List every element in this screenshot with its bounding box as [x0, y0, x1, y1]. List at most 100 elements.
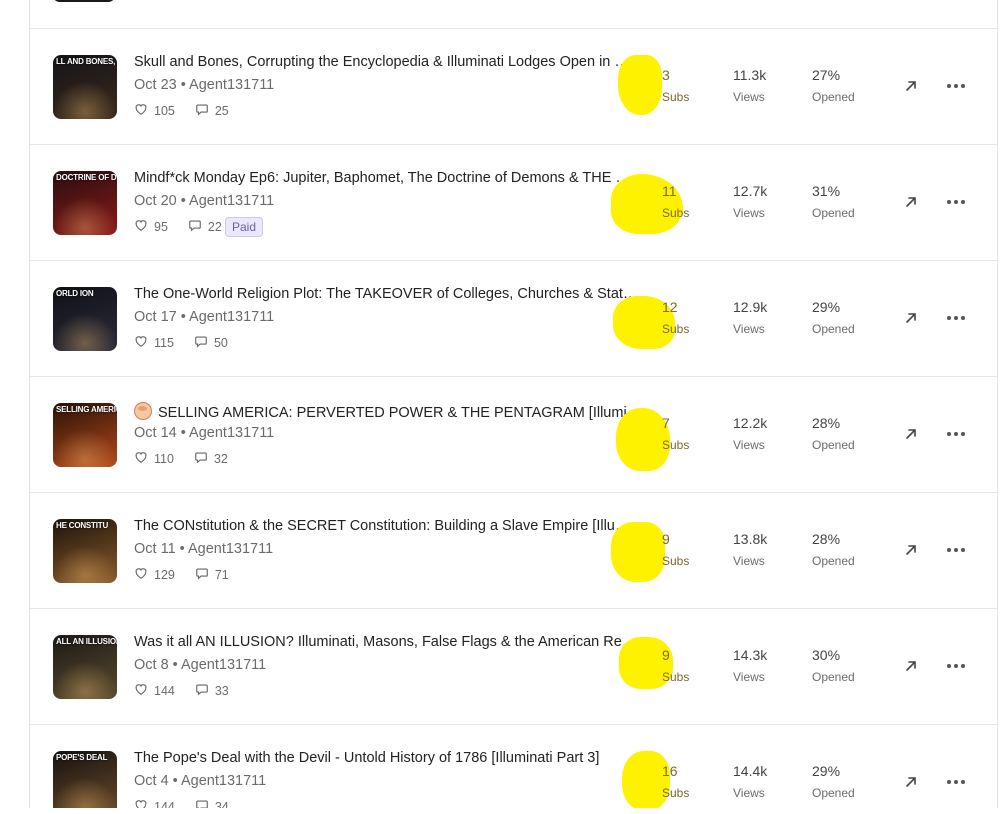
post-meta: Oct 20 • Agent131711	[134, 193, 275, 209]
views-count: 12.9k	[733, 299, 768, 315]
thumbnail-caption: ALL AN ILLUSION	[56, 637, 117, 646]
more-horizontal-icon[interactable]	[943, 655, 969, 677]
more-horizontal-icon[interactable]	[943, 75, 969, 97]
more-horizontal-icon[interactable]	[943, 423, 969, 445]
post-thumbnail[interactable]: LL AND BONES, ILLUMINANI LODGES	[53, 55, 117, 119]
subs-label: Subs	[662, 670, 690, 684]
likes-count: 105	[154, 103, 175, 118]
views-count: 14.3k	[733, 647, 768, 663]
opened-label: Opened	[812, 206, 855, 220]
subs-count: 7	[662, 415, 670, 431]
views-count: 13.8k	[733, 531, 768, 547]
arrow-up-right-icon[interactable]	[900, 307, 922, 329]
arrow-up-right-icon[interactable]	[900, 191, 922, 213]
post-engagement: 110 32	[134, 450, 228, 467]
post-meta: Oct 4 • Agent131711	[134, 773, 267, 789]
likes-count: 115	[154, 335, 174, 350]
post-title[interactable]: Skull and Bones, Corrupting the Encyclop…	[134, 54, 642, 70]
subs-count: 9	[662, 531, 670, 547]
thumbnail-caption: POPE'S DEAL	[56, 753, 108, 762]
comments-count: 34	[214, 799, 229, 809]
comments-count: 22	[207, 219, 222, 234]
post-engagement: 115 50	[134, 334, 228, 351]
post-title-text[interactable]: Skull and Bones, Corrupting the Encyclop…	[134, 54, 629, 70]
comments-count: 33	[214, 683, 229, 698]
opened-label: Opened	[812, 554, 855, 568]
post-title[interactable]: Was it all AN ILLUSION? Illuminati, Maso…	[134, 634, 642, 650]
comment-icon	[194, 450, 210, 467]
post-title-text[interactable]: SELLING AMERICA: PERVERTED POWER & THE P…	[158, 405, 642, 421]
opened-label: Opened	[812, 322, 855, 336]
thumbnail-scene	[53, 80, 117, 119]
post-meta: Oct 11 • Agent131711	[134, 541, 274, 557]
heart-icon	[134, 334, 150, 351]
post-title[interactable]: The CONstitution & the SECRET Constituti…	[134, 518, 642, 534]
post-title-text[interactable]: Was it all AN ILLUSION? Illuminati, Maso…	[134, 634, 636, 650]
opened-rate: 30%	[812, 647, 841, 663]
opened-label: Opened	[812, 670, 855, 684]
post-thumbnail[interactable]: DOCTRINE OF DEMONS RISE	[53, 171, 117, 235]
post-title-text[interactable]: Mindf*ck Monday Ep6: Jupiter, Baphomet, …	[134, 170, 630, 186]
thumbnail-scene	[53, 312, 117, 351]
post-thumbnail[interactable]: ALL AN ILLUSION	[53, 635, 117, 699]
post-title-text[interactable]: The One-World Religion Plot: The TAKEOVE…	[134, 286, 637, 302]
post-title[interactable]: Mindf*ck Monday Ep6: Jupiter, Baphomet, …	[134, 170, 642, 186]
post-row[interactable]: DOCTRINE OF DEMONS RISE Mindf*ck Monday …	[30, 145, 997, 261]
heart-icon	[134, 566, 150, 583]
comment-icon	[195, 798, 211, 808]
likes-count: 144	[154, 683, 175, 698]
thumbnail-scene	[53, 660, 117, 699]
posts-list: LL AND BONES, ILLUMINANI LODGES Skull an…	[29, 0, 998, 808]
post-title-text[interactable]: The CONstitution & the SECRET Constituti…	[134, 518, 629, 534]
more-horizontal-icon[interactable]	[943, 771, 969, 793]
more-horizontal-icon[interactable]	[943, 191, 969, 213]
arrow-up-right-icon[interactable]	[900, 655, 922, 677]
arrow-up-right-icon[interactable]	[900, 771, 922, 793]
post-title[interactable]: The One-World Religion Plot: The TAKEOVE…	[134, 286, 642, 302]
post-row[interactable]: SELLING AMERICA PENTA SELLING AMERICA: P…	[30, 377, 997, 493]
comment-icon	[195, 682, 211, 699]
post-title-text[interactable]: The Pope's Deal with the Devil - Untold …	[134, 750, 599, 766]
post-title[interactable]: The Pope's Deal with the Devil - Untold …	[134, 750, 642, 766]
thumbnail-scene	[53, 544, 117, 583]
more-horizontal-icon[interactable]	[943, 307, 969, 329]
subs-label: Subs	[662, 322, 690, 336]
post-row[interactable]: LL AND BONES, ILLUMINANI LODGES Skull an…	[30, 29, 997, 145]
thumbnail-scene	[53, 776, 117, 808]
opened-rate: 28%	[812, 415, 841, 431]
comment-icon	[188, 218, 204, 235]
comment-icon	[195, 566, 211, 583]
post-row[interactable]: ALL AN ILLUSION Was it all AN ILLUSION? …	[30, 609, 997, 725]
post-engagement: 129 71	[134, 566, 229, 583]
subs-count: 16	[662, 763, 678, 779]
views-count: 12.2k	[733, 415, 768, 431]
comment-icon	[194, 334, 210, 351]
post-row[interactable]: ORLD ION The One-World Religion Plot: Th…	[30, 261, 997, 377]
post-thumbnail[interactable]: SELLING AMERICA PENTA	[53, 403, 117, 467]
previous-post-row-partial	[30, 0, 997, 29]
post-row[interactable]: HE CONSTITU The CONstitution & the SECRE…	[30, 493, 997, 609]
post-thumbnail[interactable]: ORLD ION	[53, 287, 117, 351]
arrow-up-right-icon[interactable]	[900, 423, 922, 445]
heart-icon	[134, 798, 150, 808]
arrow-up-right-icon[interactable]	[900, 75, 922, 97]
more-horizontal-icon[interactable]	[943, 539, 969, 561]
post-thumbnail[interactable]: HE CONSTITU	[53, 519, 117, 583]
views-label: Views	[733, 206, 765, 220]
post-title[interactable]: SELLING AMERICA: PERVERTED POWER & THE P…	[134, 402, 642, 421]
subs-label: Subs	[662, 90, 690, 104]
post-row[interactable]: POPE'S DEAL The Pope's Deal with the Dev…	[30, 725, 997, 808]
post-engagement: 144 33	[134, 682, 229, 699]
thumbnail-caption: SELLING AMERICA PENTA	[56, 405, 117, 414]
views-label: Views	[733, 90, 765, 104]
likes-count: 129	[154, 567, 175, 582]
opened-rate: 29%	[812, 763, 841, 779]
opened-label: Opened	[812, 90, 855, 104]
likes-count: 144	[154, 799, 175, 809]
post-thumbnail[interactable]: POPE'S DEAL	[53, 751, 117, 808]
views-count: 14.4k	[733, 763, 768, 779]
arrow-up-right-icon[interactable]	[900, 539, 922, 561]
thumbnail-caption: LL AND BONES, ILLUMINANI LODGES	[56, 57, 117, 66]
views-count: 11.3k	[733, 67, 767, 83]
views-label: Views	[733, 670, 765, 684]
